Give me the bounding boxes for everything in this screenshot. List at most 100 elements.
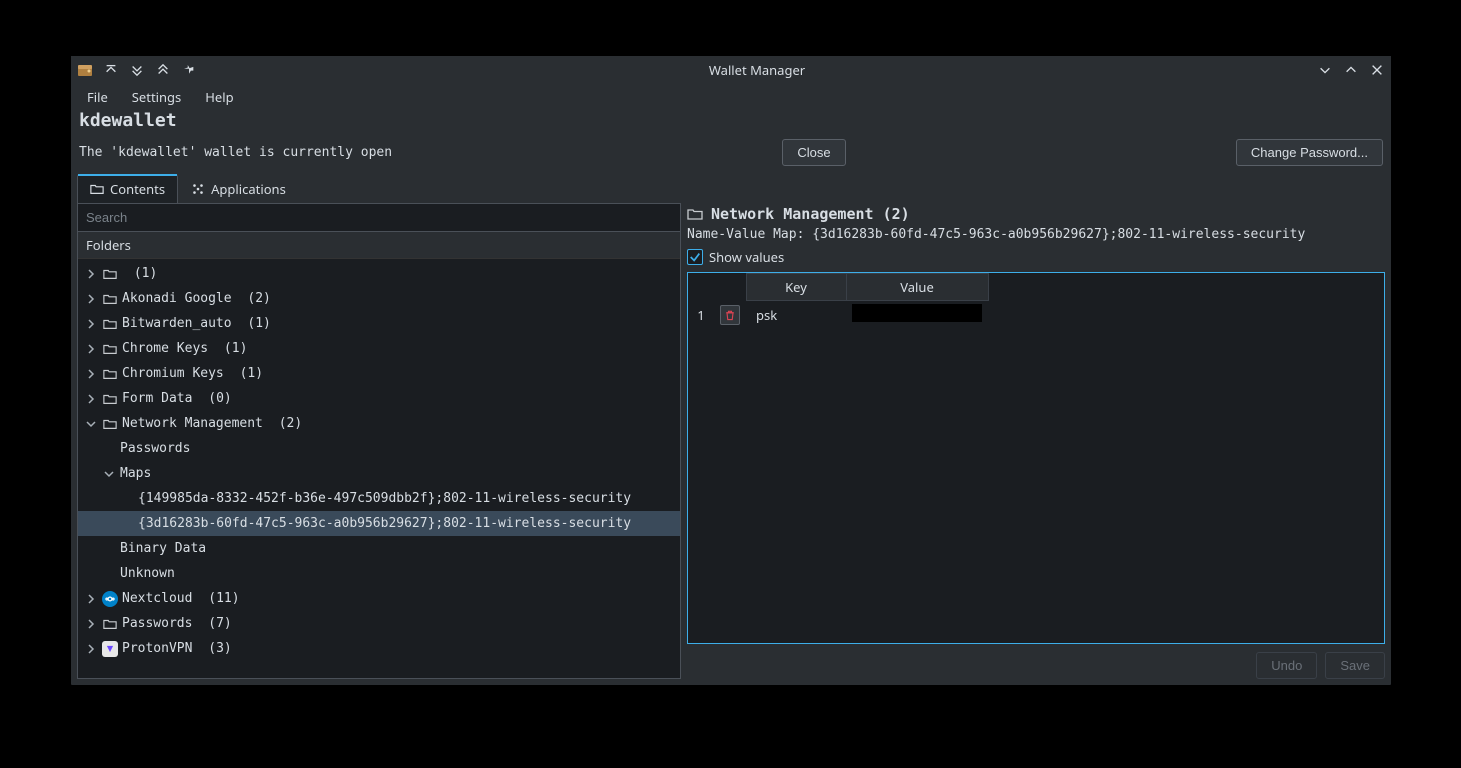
chevron-right-icon[interactable]: [84, 369, 98, 379]
table-header-key: Key: [746, 274, 846, 301]
tree-row-protonvpn[interactable]: ProtonVPN (3): [78, 636, 680, 661]
search-input[interactable]: [78, 204, 680, 232]
tab-applications-label: Applications: [211, 180, 286, 198]
folder-icon: [102, 416, 118, 432]
tree-row-map-2[interactable]: {3d16283b-60fd-47c5-963c-a0b956b29627};8…: [78, 511, 680, 536]
chevron-right-icon[interactable]: [84, 394, 98, 404]
tree-row-nextcloud[interactable]: Nextcloud (11): [78, 586, 680, 611]
kv-table: Key Value 1: [687, 272, 1385, 644]
chevron-down-icon[interactable]: [102, 469, 116, 479]
folder-icon: [102, 391, 118, 407]
tree-row-network-unknown[interactable]: Unknown: [78, 561, 680, 586]
tree-row-chromium[interactable]: Chromium Keys (1): [78, 361, 680, 386]
detail-title-text: Network Management (2): [711, 205, 910, 223]
tree-row-network-passwords[interactable]: Passwords: [78, 436, 680, 461]
row-number: 1: [688, 301, 714, 330]
pin-icon[interactable]: [181, 62, 197, 78]
tree-row-formdata[interactable]: Form Data (0): [78, 386, 680, 411]
tree-count: (2): [279, 417, 302, 430]
titlebar: Wallet Manager: [71, 56, 1391, 84]
folder-icon: [102, 266, 118, 282]
close-icon[interactable]: [1369, 62, 1385, 78]
value-masked[interactable]: [852, 304, 982, 322]
show-values-label: Show values: [709, 248, 784, 266]
chevron-right-icon[interactable]: [84, 269, 98, 279]
folder-icon: [687, 206, 703, 222]
table-header-value: Value: [846, 274, 988, 301]
folder-tree[interactable]: (1) Akonadi Google (2) Bitwarden_auto (1…: [78, 259, 680, 678]
double-chevron-down-icon[interactable]: [129, 62, 145, 78]
tree-label: Passwords: [120, 442, 190, 455]
menu-file[interactable]: File: [77, 85, 118, 109]
tree-label: Chrome Keys: [122, 342, 208, 355]
maximize-icon[interactable]: [1343, 62, 1359, 78]
protonvpn-icon: [102, 641, 118, 657]
chevron-right-icon[interactable]: [84, 619, 98, 629]
chevron-right-icon[interactable]: [84, 344, 98, 354]
tree-row-network[interactable]: Network Management (2): [78, 411, 680, 436]
tree-row-network-binary[interactable]: Binary Data: [78, 536, 680, 561]
detail-subtitle: Name-Value Map: {3d16283b-60fd-47c5-963c…: [687, 227, 1385, 248]
folder-icon: [102, 341, 118, 357]
tree-label: Form Data: [122, 392, 192, 405]
chevron-right-icon[interactable]: [84, 294, 98, 304]
window-title: Wallet Manager: [203, 61, 1311, 79]
detail-title: Network Management (2): [687, 203, 1385, 227]
tree-count: (7): [208, 617, 231, 630]
double-chevron-up-icon[interactable]: [155, 62, 171, 78]
tree-count: (3): [208, 642, 231, 655]
folder-icon: [102, 291, 118, 307]
tab-contents-label: Contents: [110, 180, 165, 198]
tree-label: Bitwarden_auto: [122, 317, 232, 330]
status-text: The 'kdewallet' wallet is currently open: [79, 145, 392, 160]
tree-row-akonadi[interactable]: Akonadi Google (2): [78, 286, 680, 311]
tree-row-bitwarden[interactable]: Bitwarden_auto (1): [78, 311, 680, 336]
folder-icon: [102, 616, 118, 632]
tree-row-network-maps[interactable]: Maps: [78, 461, 680, 486]
tree-label: Chromium Keys: [122, 367, 224, 380]
folder-icon: [102, 316, 118, 332]
minimize-icon[interactable]: [1317, 62, 1333, 78]
undo-button[interactable]: Undo: [1256, 652, 1317, 679]
tree-row-map-1[interactable]: {149985da-8332-452f-b36e-497c509dbb2f};8…: [78, 486, 680, 511]
delete-row-button[interactable]: [720, 305, 740, 325]
tabstrip: Contents Applications: [71, 174, 1391, 203]
tree-count: (1): [240, 367, 263, 380]
wallet-name: kdewallet: [71, 110, 1391, 135]
wallet-manager-window: Wallet Manager File Settings Help kdewal…: [70, 55, 1392, 686]
folders-header: Folders: [78, 232, 680, 259]
close-wallet-button[interactable]: Close: [782, 139, 845, 166]
tree-count: (11): [208, 592, 239, 605]
tab-applications[interactable]: Applications: [178, 174, 299, 203]
chevron-down-icon[interactable]: [84, 419, 98, 429]
tree-row-root[interactable]: (1): [78, 261, 680, 286]
chevron-right-icon[interactable]: [84, 644, 98, 654]
tree-label: {3d16283b-60fd-47c5-963c-a0b956b29627};8…: [138, 517, 631, 530]
status-row: The 'kdewallet' wallet is currently open…: [71, 135, 1391, 170]
applications-icon: [191, 182, 205, 196]
menubar: File Settings Help: [71, 84, 1391, 110]
tab-contents[interactable]: Contents: [77, 174, 178, 203]
chevron-right-icon[interactable]: [84, 319, 98, 329]
menu-help[interactable]: Help: [195, 85, 243, 109]
tree-label: {149985da-8332-452f-b36e-497c509dbb2f};8…: [138, 492, 631, 505]
tree-count: (2): [247, 292, 270, 305]
tree-count: (1): [224, 342, 247, 355]
tree-label: Nextcloud: [122, 592, 192, 605]
tree-label: Network Management: [122, 417, 263, 430]
chevron-right-icon[interactable]: [84, 594, 98, 604]
tree-count: (0): [208, 392, 231, 405]
nextcloud-icon: [102, 591, 118, 607]
tree-count: (1): [247, 317, 270, 330]
save-button[interactable]: Save: [1325, 652, 1385, 679]
tree-row-chrome[interactable]: Chrome Keys (1): [78, 336, 680, 361]
tree-label: Unknown: [120, 567, 175, 580]
show-values-checkbox[interactable]: [687, 249, 703, 265]
tree-count: (1): [134, 267, 157, 280]
key-input[interactable]: [752, 304, 840, 326]
tree-row-passwords[interactable]: Passwords (7): [78, 611, 680, 636]
change-password-button[interactable]: Change Password...: [1236, 139, 1383, 166]
shade-icon[interactable]: [103, 62, 119, 78]
footer-buttons: Undo Save: [687, 644, 1385, 679]
menu-settings[interactable]: Settings: [122, 85, 191, 109]
